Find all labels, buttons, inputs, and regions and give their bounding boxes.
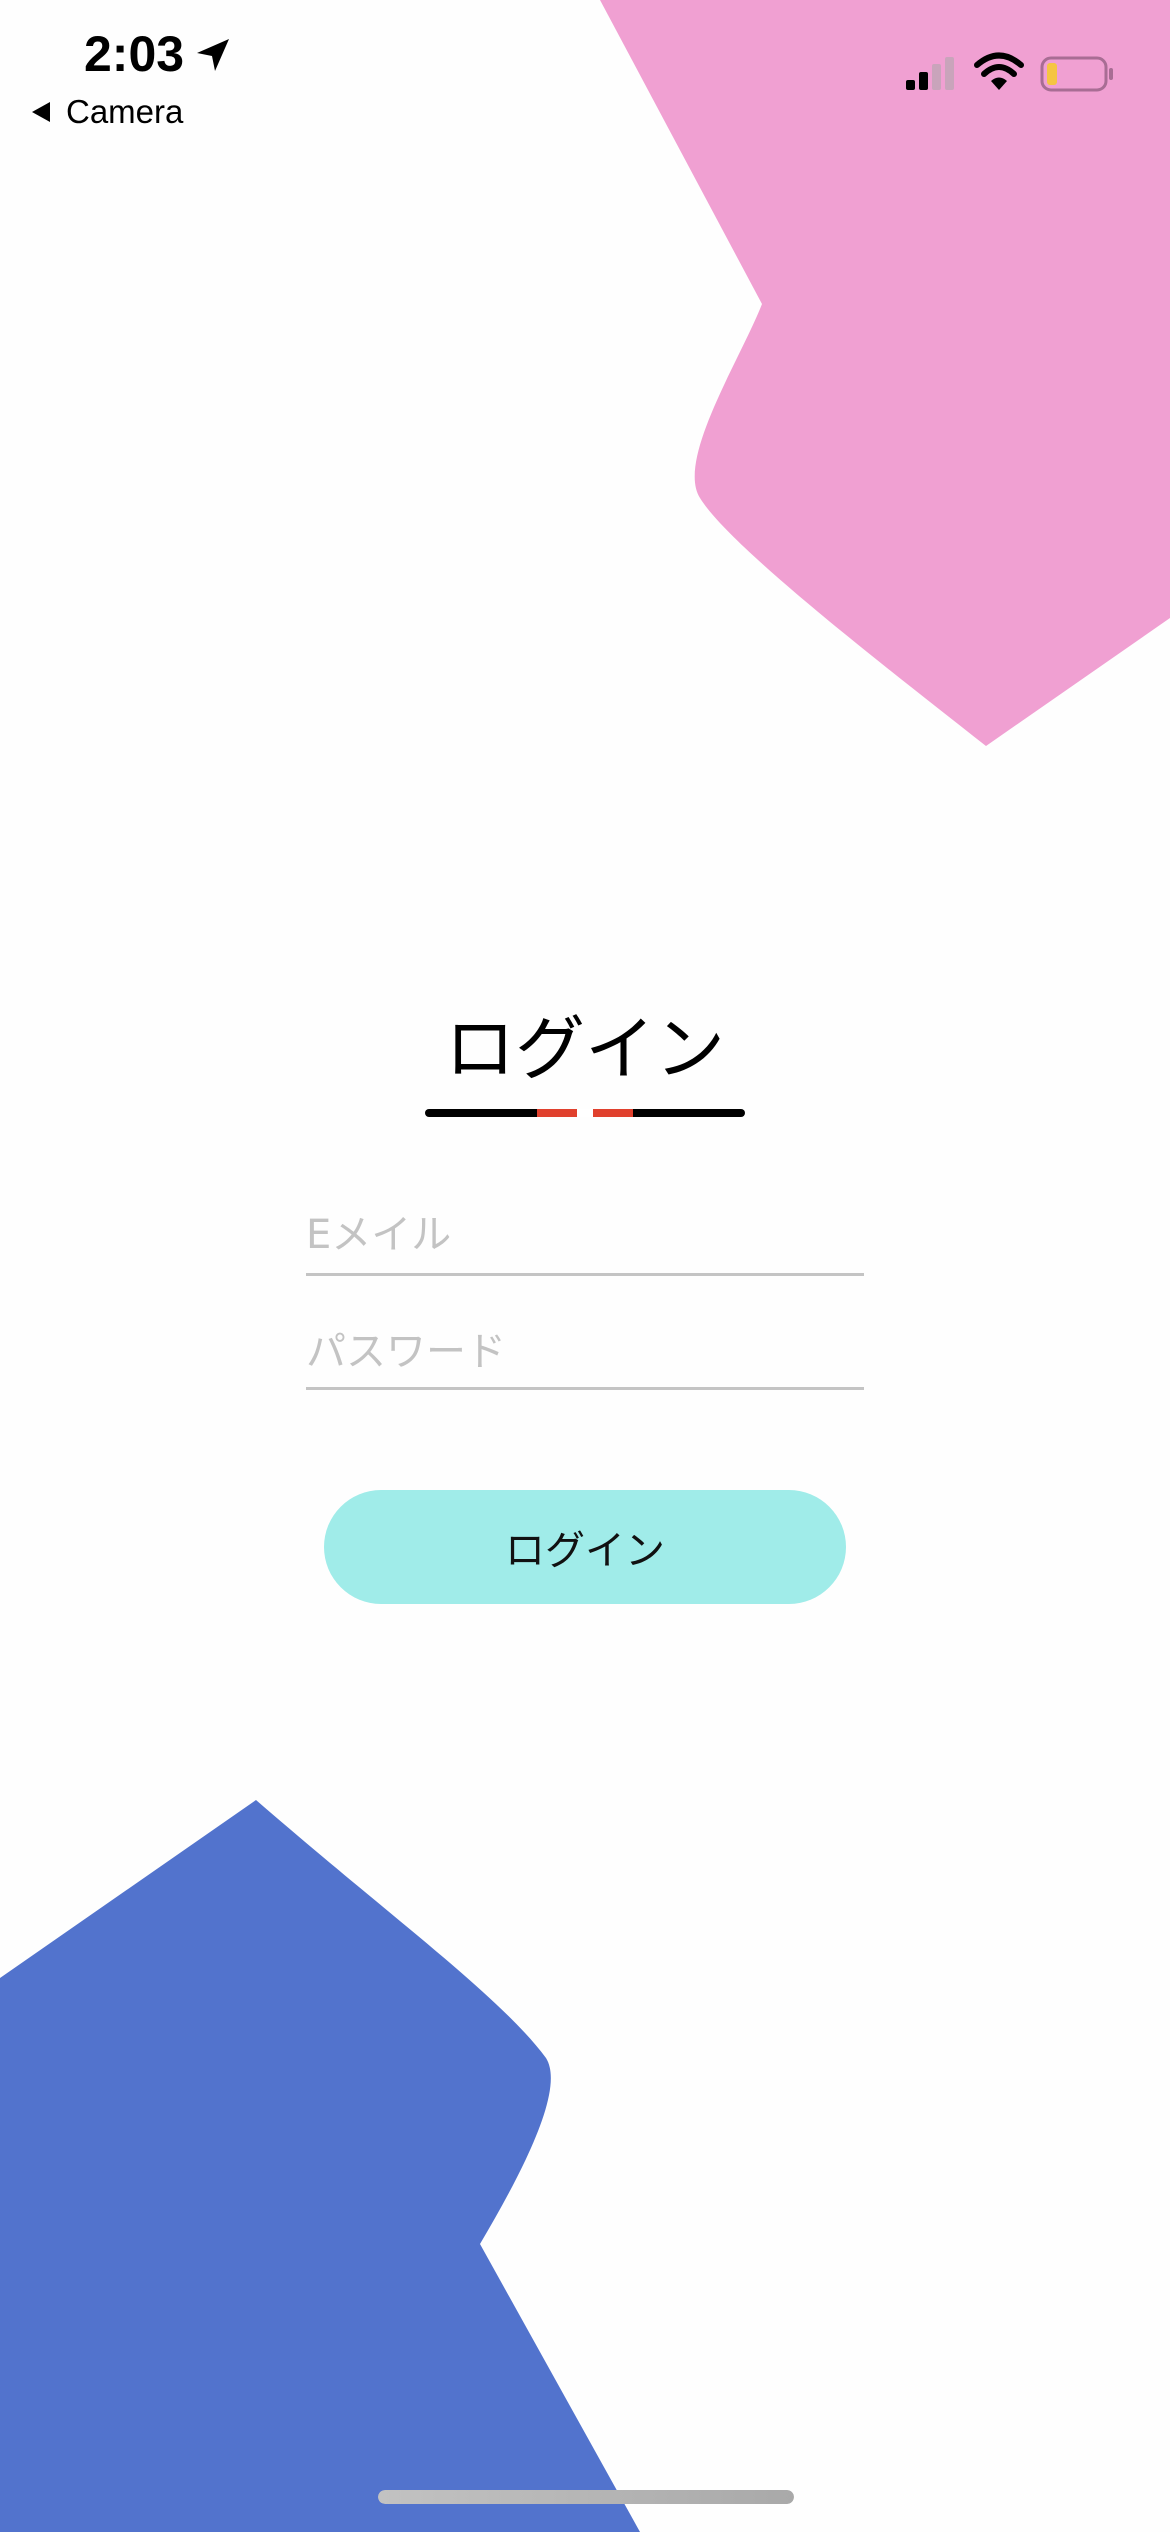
title-underline	[425, 1109, 745, 1117]
back-triangle-icon	[32, 102, 50, 122]
back-to-camera-link[interactable]: Camera	[30, 90, 183, 134]
password-field[interactable]	[306, 1316, 864, 1390]
status-bar: 2:03 Camera	[0, 0, 1170, 140]
login-button[interactable]: ログイン	[324, 1490, 846, 1604]
wifi-icon	[974, 52, 1024, 90]
back-label: Camera	[66, 93, 184, 130]
battery-icon	[1040, 56, 1113, 92]
cellular-signal-icon	[906, 57, 954, 90]
home-indicator[interactable]	[378, 2490, 794, 2504]
blue-shape	[0, 1800, 640, 2532]
page-title: ログイン	[445, 1008, 725, 1090]
email-field[interactable]	[306, 1196, 864, 1276]
location-arrow-icon	[197, 39, 229, 71]
status-time: 2:03	[84, 26, 185, 82]
